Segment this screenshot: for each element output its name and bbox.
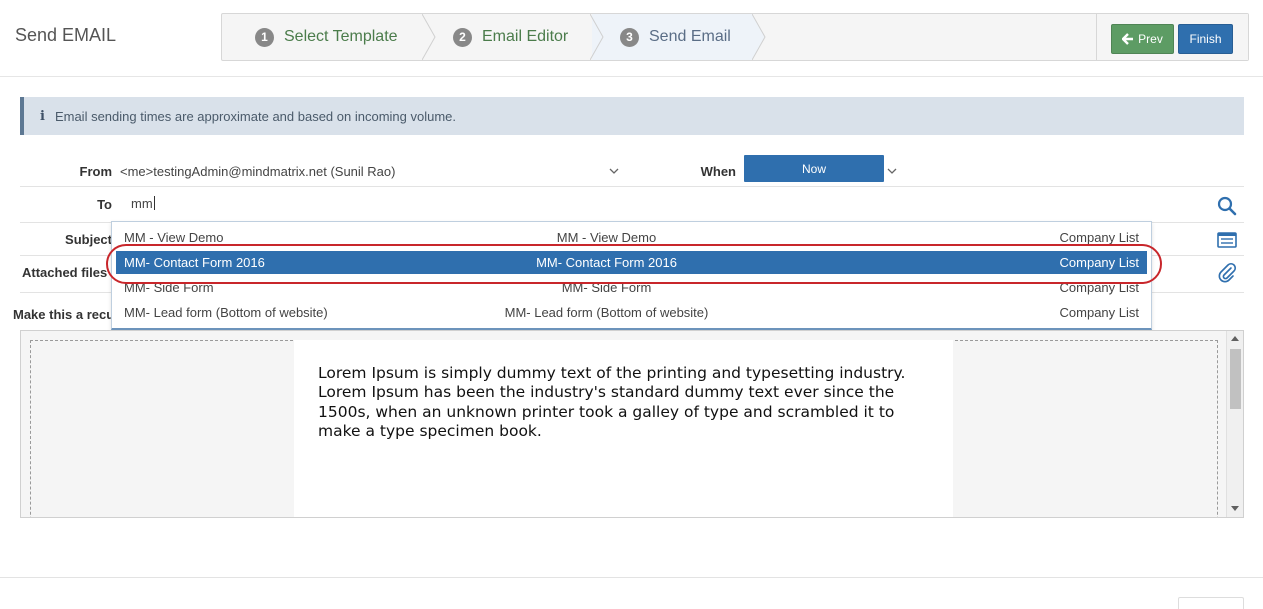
prev-button[interactable]: Prev [1111,24,1174,54]
to-label: To [97,197,112,212]
item-type: Company List [1059,305,1139,320]
header-divider [0,76,1263,77]
wizard-steps: 1 Select Template 2 Email Editor 3 Send … [221,13,1249,61]
attached-files-label: Attached files [22,265,108,280]
step-number: 3 [620,27,639,47]
footer-button-partial[interactable] [1178,597,1244,609]
step-separator-chevron [590,14,604,60]
step-label: Send Email [649,28,731,45]
step-separator-chevron [752,14,766,60]
editor-scrollbar[interactable] [1226,331,1243,517]
email-body-container: Lorem Ipsum is simply dummy text of the … [294,340,953,517]
search-icon[interactable] [1216,195,1238,217]
step-separator-chevron [422,14,436,60]
from-select[interactable]: <me>testingAdmin@mindmatrix.net (Sunil R… [120,164,395,179]
info-banner-text: Email sending times are approximate and … [54,108,457,124]
item-name: MM- Lead form (Bottom of website) [124,305,328,320]
step-label: Select Template [284,28,398,45]
arrow-left-icon [1122,33,1134,45]
step-number: 2 [453,27,472,47]
when-label: When [700,164,736,179]
divider [20,186,1244,187]
page-title: Send EMAIL [15,25,117,45]
from-label: From [79,164,113,179]
subject-label: Subject [65,232,112,247]
to-input-value: mm [131,196,153,211]
chevron-down-icon[interactable] [609,167,619,175]
dropdown-item[interactable]: MM- Lead form (Bottom of website) MM- Le… [116,301,1147,324]
wizard-step-send-email[interactable]: 3 Send Email [620,14,731,60]
scroll-up-arrow-icon[interactable] [1231,336,1239,341]
chevron-down-icon[interactable] [887,167,897,175]
footer-divider [0,577,1263,578]
email-body-text[interactable]: Lorem Ipsum is simply dummy text of the … [318,364,938,441]
email-preview-editor[interactable]: Lorem Ipsum is simply dummy text of the … [20,330,1244,518]
step-number: 1 [255,27,274,47]
wizard-step-select-template[interactable]: 1 Select Template [255,14,398,60]
prev-button-label: Prev [1138,32,1163,46]
template-list-icon[interactable] [1216,229,1238,251]
highlight-annotation-ring [106,244,1162,284]
when-select-button[interactable]: Now [744,155,884,182]
scroll-down-arrow-icon[interactable] [1231,506,1239,511]
step-label: Email Editor [482,28,569,45]
finish-button[interactable]: Finish [1178,24,1233,54]
scrollbar-thumb[interactable] [1230,349,1241,409]
info-banner: i Email sending times are approximate an… [20,97,1244,135]
info-icon: i [40,108,45,124]
item-name: MM - View Demo [124,230,224,245]
paperclip-icon[interactable] [1216,262,1238,284]
wizard-step-email-editor[interactable]: 2 Email Editor [453,14,568,60]
wizard-buttons: Prev Finish [1096,14,1248,60]
item-type: Company List [1059,230,1139,245]
to-input[interactable]: mm [131,196,155,211]
text-cursor [153,196,155,210]
